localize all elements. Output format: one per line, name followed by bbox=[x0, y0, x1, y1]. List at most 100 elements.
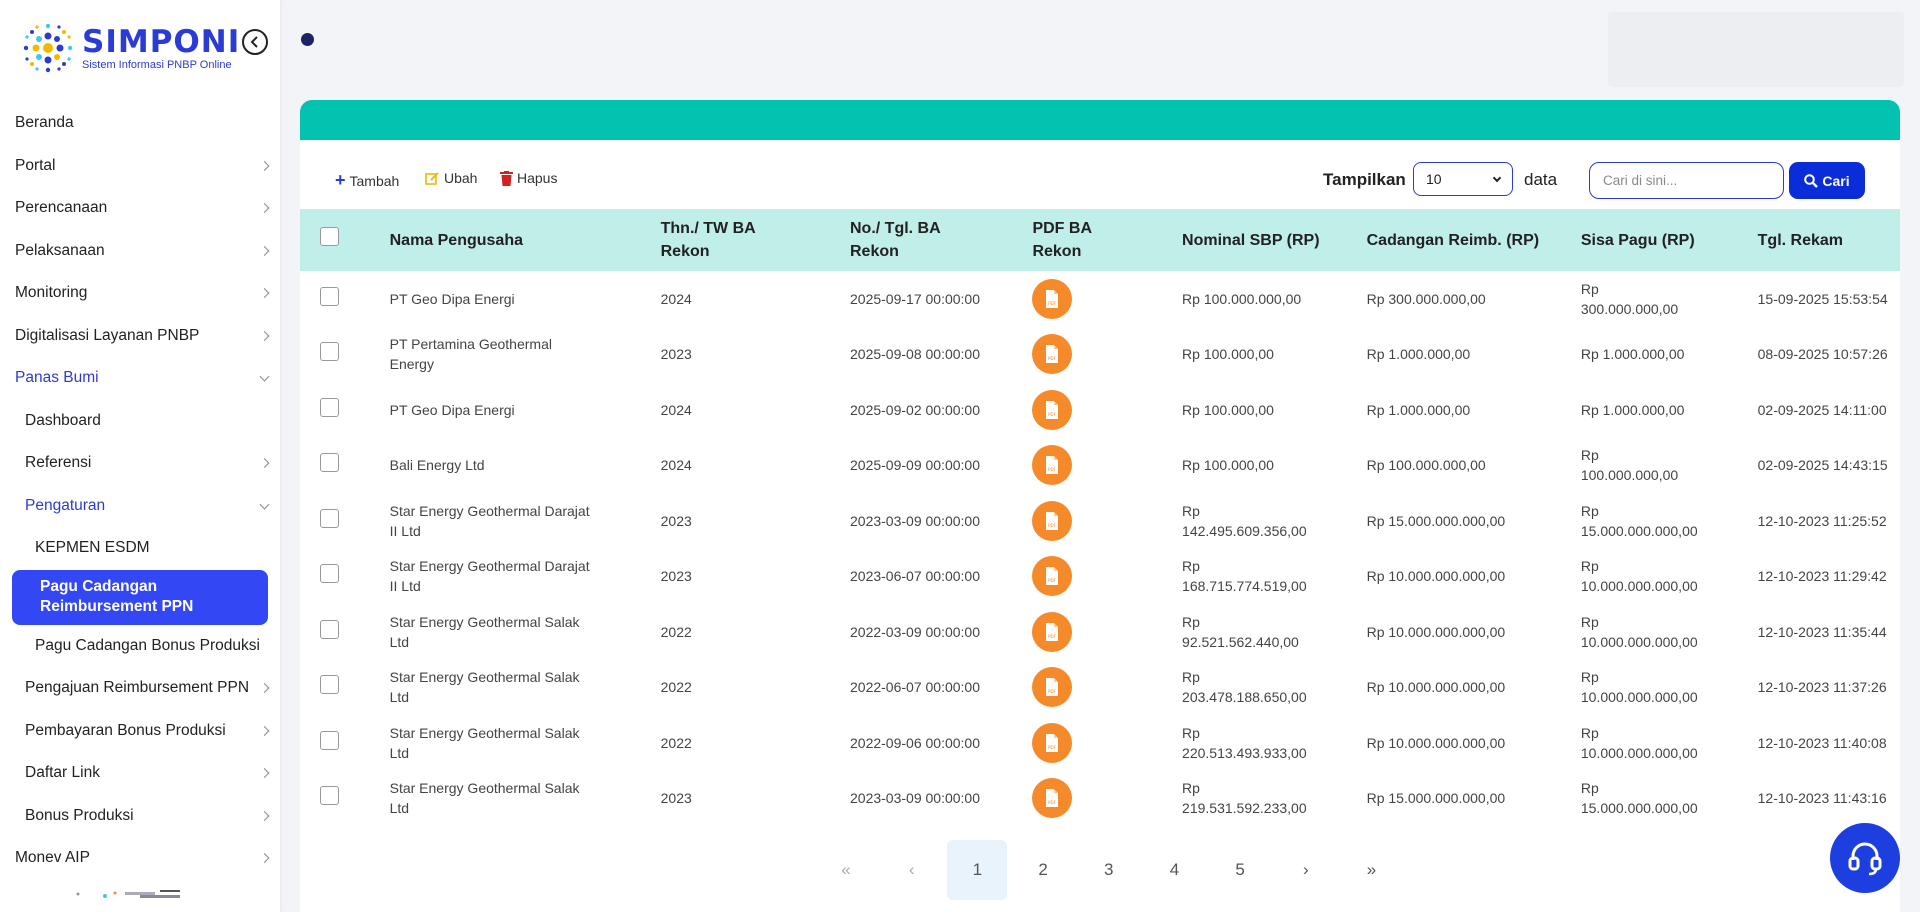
sidebar-item-panas-bumi[interactable]: Panas Bumi bbox=[0, 357, 280, 400]
logo[interactable]: SIMPONI Sistem Informasi PNBP Online bbox=[18, 18, 240, 78]
search-icon bbox=[1804, 173, 1819, 188]
cell-thn: 2022 bbox=[660, 679, 692, 696]
cell-sisa: Rp 15.000.000.000,00 bbox=[1580, 502, 1698, 539]
pdf-download-button[interactable]: PDF bbox=[1032, 278, 1073, 319]
file-pdf-icon: PDF bbox=[1046, 289, 1059, 308]
pagination-page-2[interactable]: 2 bbox=[1013, 840, 1073, 900]
add-button[interactable]: + Tambah bbox=[335, 170, 399, 191]
row-checkbox[interactable] bbox=[320, 564, 339, 584]
pagination-first[interactable]: « bbox=[816, 840, 876, 900]
sidebar-item-label: Pengaturan bbox=[25, 496, 106, 514]
cell-thn: 2024 bbox=[660, 457, 692, 474]
select-all-checkbox[interactable] bbox=[320, 227, 339, 246]
col-header-tgl[interactable]: Tgl. Rekam bbox=[1758, 209, 1900, 271]
cell-tgl: 02-09-2025 14:11:00 bbox=[1757, 401, 1887, 418]
pdf-download-button[interactable]: PDF bbox=[1032, 389, 1073, 430]
row-checkbox[interactable] bbox=[320, 397, 339, 417]
user-menu-placeholder[interactable] bbox=[1608, 12, 1904, 87]
sidebar-item-pelaksanaan[interactable]: Pelaksanaan bbox=[0, 230, 280, 273]
edit-button[interactable]: Ubah bbox=[425, 170, 477, 186]
cell-nama: PT Pertamina Geothermal Energy bbox=[389, 336, 552, 373]
cell-cadangan: Rp 10.000.000.000,00 bbox=[1366, 734, 1506, 751]
sidebar-item-pagu-bonus[interactable]: Pagu Cadangan Bonus Produksi bbox=[0, 625, 280, 668]
col-header-thn[interactable]: Thn./ TW BA Rekon bbox=[661, 209, 850, 271]
pdf-download-button[interactable]: PDF bbox=[1032, 611, 1073, 652]
pagination-next[interactable]: › bbox=[1276, 840, 1336, 900]
col-header-sisa[interactable]: Sisa Pagu (RP) bbox=[1581, 209, 1758, 271]
pdf-download-button[interactable]: PDF bbox=[1032, 500, 1073, 541]
sidebar-item-label: KEPMEN ESDM bbox=[35, 539, 150, 557]
svg-text:PDF: PDF bbox=[1049, 412, 1057, 417]
svg-text:PDF: PDF bbox=[1049, 467, 1057, 472]
chevron-right-icon bbox=[259, 203, 270, 214]
pdf-download-button[interactable]: PDF bbox=[1032, 334, 1073, 375]
pdf-download-button[interactable]: PDF bbox=[1032, 556, 1073, 597]
logo-subtitle: Sistem Informasi PNBP Online bbox=[82, 58, 232, 71]
row-checkbox[interactable] bbox=[320, 286, 339, 306]
row-checkbox[interactable] bbox=[320, 786, 339, 806]
col-header-cadangan[interactable]: Cadangan Reimb. (RP) bbox=[1367, 209, 1581, 271]
delete-button[interactable]: Hapus bbox=[500, 170, 557, 186]
sidebar-item-dashboard[interactable]: Dashboard bbox=[0, 400, 280, 443]
sidebar-item-perencanaan[interactable]: Perencanaan bbox=[0, 187, 280, 230]
cell-thn: 2023 bbox=[660, 568, 692, 585]
sidebar-item-pembayaran[interactable]: Pembayaran Bonus Produksi bbox=[0, 710, 280, 753]
logo-title: SIMPONI bbox=[82, 23, 241, 60]
row-checkbox[interactable] bbox=[320, 730, 339, 750]
sidebar-item-pengajuan[interactable]: Pengajuan Reimbursement PPN bbox=[0, 667, 280, 710]
pagination: « ‹ 1 2 3 4 5 › » bbox=[816, 840, 1407, 900]
chevron-right-icon bbox=[259, 810, 270, 821]
sidebar-item-label: Dashboard bbox=[25, 411, 101, 429]
sidebar-item-pagu-ppn[interactable]: Pagu Cadangan Reimbursement PPN bbox=[12, 569, 268, 625]
file-pdf-icon: PDF bbox=[1046, 678, 1059, 697]
cell-nama: Star Energy Geothermal Salak Ltd bbox=[389, 669, 580, 706]
row-checkbox[interactable] bbox=[320, 675, 339, 695]
sidebar-item-pengaturan[interactable]: Pengaturan bbox=[0, 485, 280, 528]
search-button[interactable]: Cari bbox=[1789, 162, 1865, 199]
row-checkbox[interactable] bbox=[320, 453, 339, 473]
col-header-nama[interactable]: Nama Pengusaha bbox=[390, 209, 661, 271]
sidebar-item-digitalisasi[interactable]: Digitalisasi Layanan PNBP bbox=[0, 315, 280, 358]
sidebar-item-referensi[interactable]: Referensi bbox=[0, 442, 280, 485]
pdf-download-button[interactable]: PDF bbox=[1032, 722, 1073, 763]
col-header-pdf[interactable]: PDF BA Rekon bbox=[1032, 209, 1182, 271]
chevron-down-icon bbox=[1492, 173, 1502, 183]
sidebar-item-monitoring[interactable]: Monitoring bbox=[0, 272, 280, 315]
sidebar-item-beranda[interactable]: Beranda bbox=[0, 102, 280, 145]
pagination-page-3[interactable]: 3 bbox=[1079, 840, 1139, 900]
sidebar-item-label: Portal bbox=[15, 156, 56, 174]
help-button[interactable] bbox=[1830, 823, 1900, 893]
cell-no: 2025-09-08 00:00:00 bbox=[850, 346, 980, 363]
chevron-left-icon bbox=[250, 36, 258, 48]
sidebar-item-bonus[interactable]: Bonus Produksi bbox=[0, 795, 280, 838]
table-header-row: Nama Pengusaha Thn./ TW BA Rekon No./ Tg… bbox=[300, 209, 1900, 271]
pdf-download-button[interactable]: PDF bbox=[1032, 778, 1073, 819]
pagination-last[interactable]: » bbox=[1342, 840, 1402, 900]
page-size-select[interactable]: 10 bbox=[1413, 162, 1513, 196]
chevron-down-icon bbox=[259, 371, 270, 382]
col-header-nominal[interactable]: Nominal SBP (RP) bbox=[1182, 209, 1367, 271]
table-row: PT Geo Dipa Energi 2024 2025-09-02 00:00:0… bbox=[300, 382, 1900, 438]
pagination-page-4[interactable]: 4 bbox=[1144, 840, 1204, 900]
pdf-download-button[interactable]: PDF bbox=[1032, 445, 1073, 486]
row-checkbox[interactable] bbox=[320, 342, 339, 362]
cell-tgl: 12-10-2023 11:37:26 bbox=[1757, 679, 1887, 696]
row-checkbox[interactable] bbox=[320, 619, 339, 639]
sidebar-collapse-button[interactable] bbox=[242, 29, 268, 55]
cell-sisa: Rp 300.000.000,00 bbox=[1580, 280, 1679, 317]
pagination-page-5[interactable]: 5 bbox=[1210, 840, 1270, 900]
chevron-right-icon bbox=[259, 458, 270, 469]
sidebar-item-kepmen[interactable]: KEPMEN ESDM bbox=[0, 527, 280, 570]
sidebar-item-daftar-link[interactable]: Daftar Link bbox=[0, 752, 280, 795]
sidebar-item-portal[interactable]: Portal bbox=[0, 145, 280, 188]
pdf-download-button[interactable]: PDF bbox=[1032, 667, 1073, 708]
chevron-right-icon bbox=[259, 245, 270, 256]
pagination-prev[interactable]: ‹ bbox=[882, 840, 942, 900]
search-input[interactable]: Cari di sini... bbox=[1589, 162, 1784, 199]
row-checkbox[interactable] bbox=[320, 508, 339, 528]
pagination-page-1[interactable]: 1 bbox=[947, 840, 1008, 900]
sidebar-bottom-illustration bbox=[76, 890, 180, 898]
sidebar-item-monev[interactable]: Monev AIP bbox=[0, 837, 280, 880]
col-header-no[interactable]: No./ Tgl. BA Rekon bbox=[850, 209, 1032, 271]
cell-nominal: Rp 220.513.493.933,00 bbox=[1182, 724, 1307, 761]
